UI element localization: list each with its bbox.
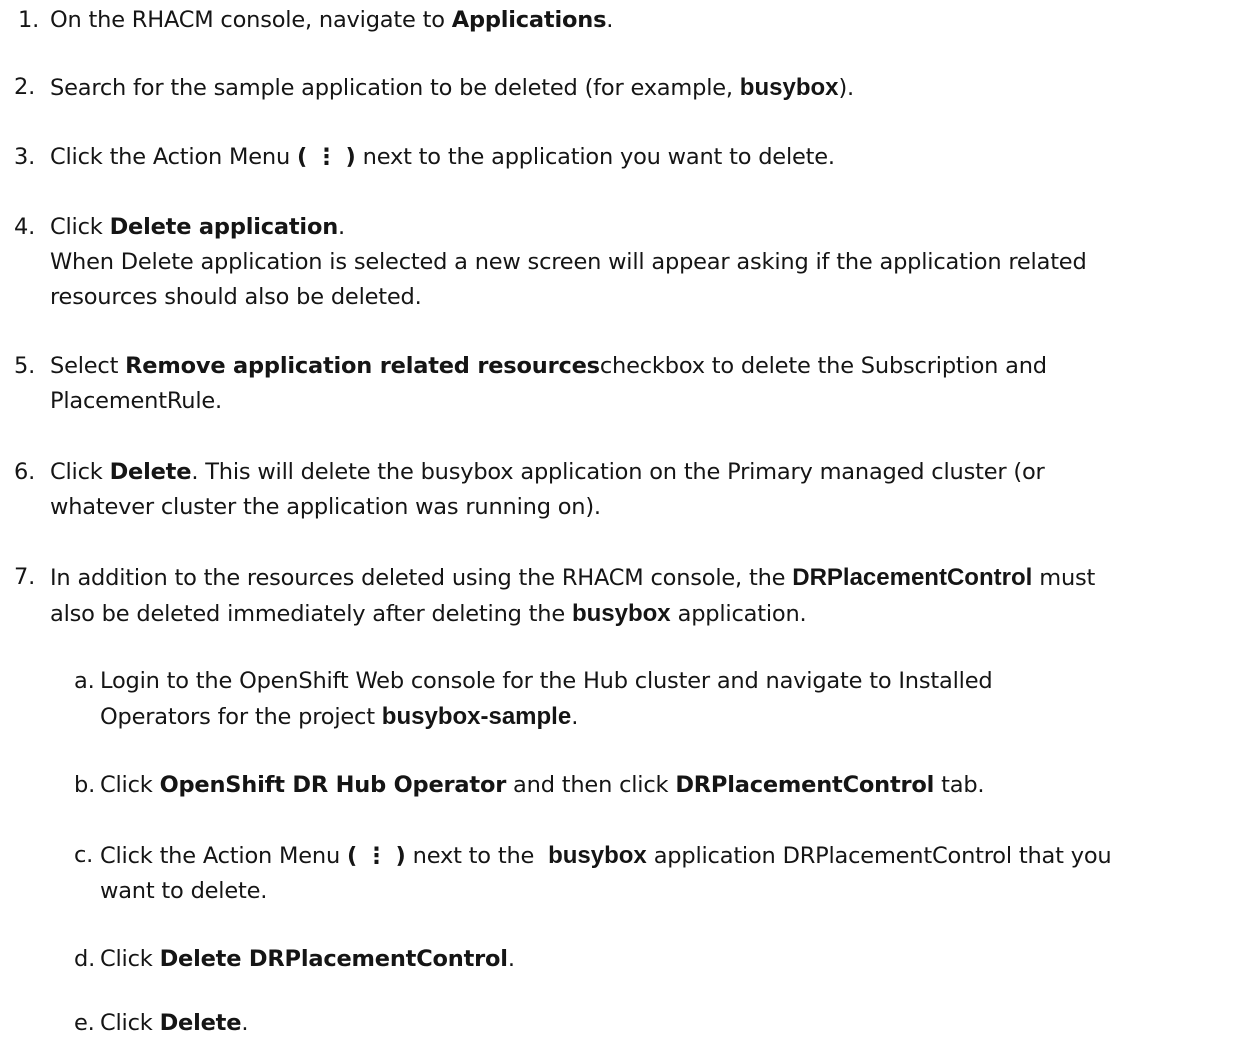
- step-text: Search for the sample application to be …: [50, 74, 855, 101]
- step-marker: 6.: [14, 459, 36, 485]
- step-text: Click Delete. This will delete the busyb…: [50, 459, 1045, 520]
- step-marker: 3.: [14, 144, 36, 170]
- step-text: Select Remove application related resour…: [50, 353, 1047, 414]
- ui-term-delete-application: Delete application: [109, 214, 339, 240]
- step-text: Click Delete application. When Delete ap…: [50, 214, 1087, 310]
- kebab-menu-icon: ( ⋮ ): [297, 144, 356, 170]
- step-text: On the RHACM console, navigate to Applic…: [50, 7, 614, 33]
- substep-text: Click OpenShift DR Hub Operator and then…: [100, 772, 985, 798]
- ui-term-busybox: busybox: [548, 842, 647, 869]
- step-marker: 7.: [14, 564, 36, 590]
- step-marker: 1.: [18, 7, 40, 33]
- step-text: Click the Action Menu ( ⋮ ) next to the …: [50, 144, 835, 170]
- step-text: In addition to the resources deleted usi…: [50, 564, 1096, 627]
- step-marker: 2.: [14, 74, 36, 100]
- kebab-menu-icon: ( ⋮ ): [347, 843, 406, 869]
- ui-term-busybox: busybox: [739, 74, 839, 101]
- substep-text: Click the Action Menu ( ⋮ ) next to the …: [100, 842, 1112, 904]
- step-marker: 5.: [14, 353, 36, 379]
- ui-term-remove-resources: Remove application related resources: [125, 353, 600, 379]
- ui-term-busybox: busybox: [571, 600, 671, 627]
- ui-term-delete: Delete: [109, 459, 192, 485]
- step-marker: 4.: [14, 214, 36, 240]
- substep-text: Click Delete.: [100, 1010, 249, 1036]
- ui-term-drplacementcontrol: DRPlacementControl: [792, 564, 1033, 591]
- substep-text: Click Delete DRPlacementControl.: [100, 946, 515, 972]
- ui-term-drplacementcontrol-tab: DRPlacementControl: [675, 772, 935, 798]
- ui-term-dr-hub-operator: OpenShift DR Hub Operator: [159, 772, 507, 798]
- ui-term-delete: Delete: [159, 1010, 242, 1036]
- ui-term-busybox-sample: busybox-sample: [381, 703, 572, 730]
- ui-term-applications: Applications: [451, 7, 607, 33]
- substep-text: Login to the OpenShift Web console for t…: [100, 668, 993, 730]
- procedure-document: 1. On the RHACM console, navigate to App…: [0, 0, 1254, 1041]
- ui-term-delete-drplacementcontrol: Delete DRPlacementControl: [159, 946, 508, 972]
